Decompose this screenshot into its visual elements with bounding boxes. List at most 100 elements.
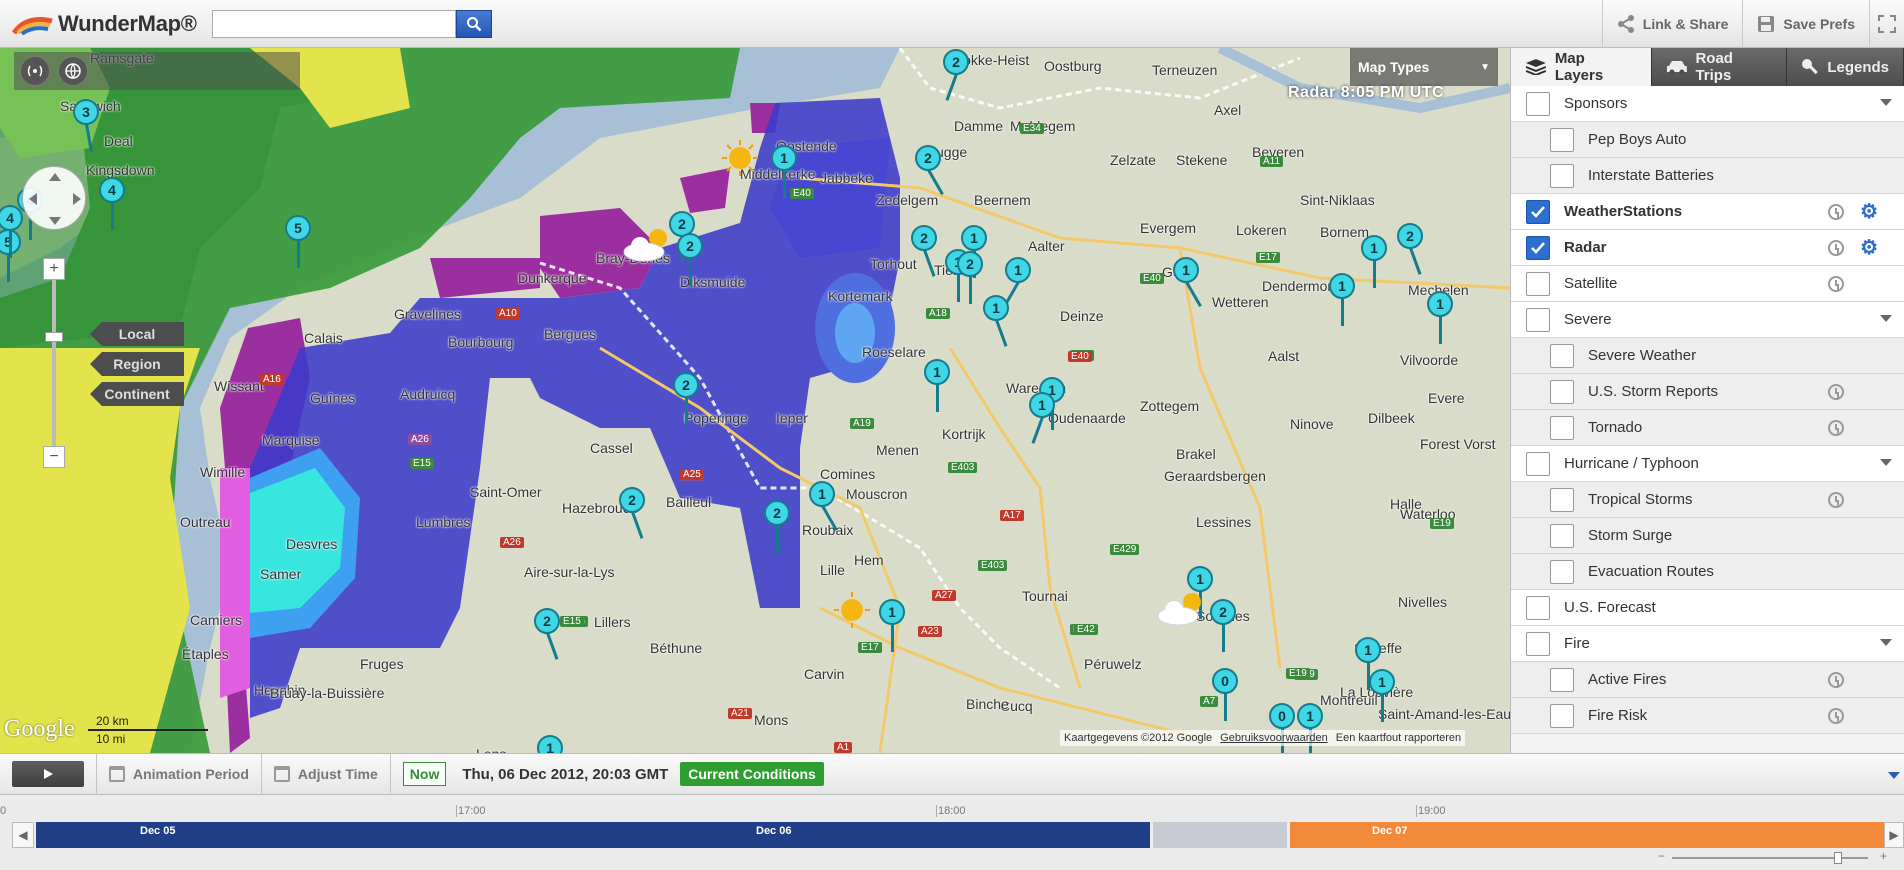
terms-link[interactable]: Gebruiksvoorwaarden [1220,732,1328,744]
pan-control[interactable] [22,166,86,230]
clock-icon[interactable] [1828,672,1844,688]
search-button[interactable] [456,10,492,38]
radar-toggle-button[interactable] [20,56,50,86]
scope-continent-button[interactable]: Continent [90,382,184,406]
place-label: Aalter [1028,238,1065,254]
gear-icon[interactable]: ⚙ [1860,238,1878,258]
layer-checkbox[interactable] [1550,667,1574,692]
station-temperature: 2 [673,372,699,398]
layer-row[interactable]: WeatherStations ⚙ [1511,194,1904,230]
animation-window-handle[interactable] [1150,822,1290,848]
layer-checkbox[interactable] [1526,451,1550,476]
layer-checkbox[interactable] [1526,307,1550,332]
layer-row[interactable]: U.S. Storm Reports [1511,374,1904,410]
map-types-label: Map Types [1358,59,1430,75]
map-canvas[interactable]: RamsgateSandwichDealKingsdownKnokke-Heis… [0,48,1510,753]
scope-local-button[interactable]: Local [90,322,184,346]
layer-checkbox[interactable] [1526,595,1550,620]
adjust-time-button[interactable]: Adjust Time [273,766,378,782]
map-types-dropdown[interactable]: Map Types ▼ [1350,48,1498,86]
chevron-down-icon[interactable] [1880,99,1892,106]
layer-row[interactable]: Storm Surge [1511,518,1904,554]
wundermap-logo[interactable]: WunderMap® [11,10,197,38]
zoom-out-button[interactable]: − [43,446,65,468]
chevron-down-icon[interactable] [1880,459,1892,466]
search-input[interactable] [212,10,456,38]
gear-icon[interactable]: ⚙ [1860,202,1878,222]
current-conditions-button[interactable]: Current Conditions [680,762,824,786]
layer-row[interactable]: Pep Boys Auto [1511,122,1904,158]
sunny-icon[interactable] [834,592,870,633]
tick-mark [936,805,937,817]
layer-checkbox[interactable] [1550,379,1574,404]
layer-row[interactable]: Radar ⚙ [1511,230,1904,266]
layer-row[interactable]: Fire [1511,626,1904,662]
layer-checkbox[interactable] [1526,271,1550,296]
timeline-track[interactable]: Dec 05 Dec 06 Dec 07 [36,822,1884,848]
animation-period-button[interactable]: Animation Period [109,766,249,782]
report-error-link[interactable]: Een kaartfout rapporteren [1336,732,1461,744]
clock-icon[interactable] [1828,240,1844,256]
tab-map-layers[interactable]: Map Layers [1511,48,1652,86]
chevron-down-icon[interactable] [1888,772,1900,779]
link-share-button[interactable]: Link & Share [1601,0,1743,48]
clock-icon[interactable] [1828,384,1844,400]
play-button[interactable] [12,761,84,787]
chevron-down-icon[interactable] [1880,639,1892,646]
layer-checkbox[interactable] [1526,631,1550,656]
layer-row[interactable]: Sponsors [1511,86,1904,122]
sunny-icon[interactable] [722,140,758,181]
zoom-track[interactable] [52,280,56,446]
layer-row[interactable]: Tropical Storms [1511,482,1904,518]
clock-icon[interactable] [1828,276,1844,292]
zoom-in-button[interactable]: + [43,258,65,280]
partly-cloudy-icon[interactable] [1154,588,1210,633]
place-label: Marquise [262,432,320,448]
layer-checkbox[interactable] [1526,235,1550,260]
layer-checkbox[interactable] [1550,523,1574,548]
layer-row[interactable]: Severe Weather [1511,338,1904,374]
layer-checkbox[interactable] [1526,199,1550,224]
layer-checkbox[interactable] [1550,559,1574,584]
place-label: Saint-Amand-les-Eaux [1378,706,1510,722]
chevron-down-icon[interactable] [1880,315,1892,322]
zoom-out-icon[interactable]: − [1658,849,1665,863]
timeline-zoom-slider[interactable]: − + [1658,849,1894,864]
layer-checkbox[interactable] [1550,487,1574,512]
zoom-slider-handle[interactable] [45,332,63,342]
clock-icon[interactable] [1828,204,1844,220]
layer-checkbox[interactable] [1550,703,1574,728]
tab-legends[interactable]: Legends [1787,48,1904,86]
layer-row[interactable]: Severe [1511,302,1904,338]
layer-row[interactable]: Satellite [1511,266,1904,302]
layer-row[interactable]: Hurricane / Typhoon [1511,446,1904,482]
now-button[interactable]: Now [402,762,447,786]
save-prefs-label: Save Prefs [1783,16,1855,32]
layer-row[interactable]: Fire Risk [1511,698,1904,734]
layer-row[interactable]: Evacuation Routes [1511,554,1904,590]
save-prefs-button[interactable]: Save Prefs [1742,0,1869,48]
partly-cloudy-icon[interactable] [620,224,676,269]
station-temperature: 4 [99,177,125,203]
globe-button[interactable] [58,56,88,86]
clock-icon[interactable] [1828,708,1844,724]
layer-checkbox[interactable] [1550,343,1574,368]
clock-icon[interactable] [1828,492,1844,508]
layer-checkbox[interactable] [1526,91,1550,116]
tab-road-trips[interactable]: Road Trips [1652,48,1788,86]
layer-row[interactable]: Active Fires [1511,662,1904,698]
timeline-forward-button[interactable]: ▶ [1884,822,1904,848]
layer-row[interactable]: Interstate Batteries [1511,158,1904,194]
layer-checkbox[interactable] [1550,163,1574,188]
timeline-zoom-knob[interactable] [1834,852,1842,864]
fullscreen-button[interactable] [1869,0,1904,48]
layer-row[interactable]: Tornado [1511,410,1904,446]
scope-region-button[interactable]: Region [90,352,184,376]
layer-checkbox[interactable] [1550,415,1574,440]
zoom-in-icon[interactable]: + [1880,849,1887,863]
timeline-back-button[interactable]: ◀ [12,822,34,848]
clock-icon[interactable] [1828,420,1844,436]
layer-checkbox[interactable] [1550,127,1574,152]
road-shield: A18 [926,308,950,319]
layer-row[interactable]: U.S. Forecast [1511,590,1904,626]
